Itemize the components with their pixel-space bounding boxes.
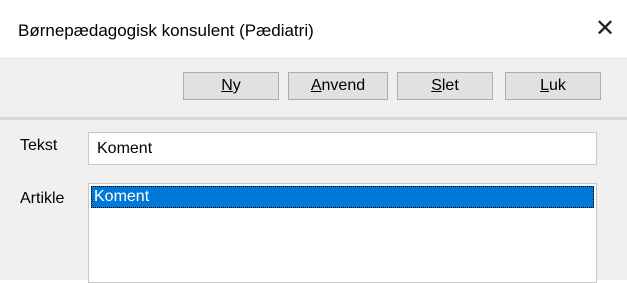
artikle-label: Artikle [20, 190, 65, 207]
artikle-listbox[interactable]: Koment [88, 183, 597, 283]
apply-button-label: nvend [321, 77, 366, 94]
new-button-label: y [232, 77, 241, 94]
list-item[interactable]: Koment [91, 186, 594, 208]
title-bar: Børnepædagogisk konsulent (Pædiatri) ✕ [0, 0, 627, 58]
delete-button-mnemonic: S [431, 77, 442, 94]
delete-button-label: let [441, 77, 459, 94]
apply-button-mnemonic: A [310, 77, 322, 94]
new-button[interactable]: Ny [183, 72, 279, 100]
toolbar: Ny Anvend Slet Luk [0, 58, 627, 118]
close-button-label: uk [549, 77, 566, 94]
apply-button[interactable]: Anvend [288, 72, 388, 100]
new-button-mnemonic: N [221, 77, 233, 94]
close-button-mnemonic: L [540, 77, 549, 94]
tekst-label: Tekst [20, 137, 58, 154]
tekst-input[interactable] [88, 132, 597, 165]
form-panel: Tekst Artikle Koment [0, 120, 627, 283]
delete-button[interactable]: Slet [397, 72, 493, 100]
window-title: Børnepædagogisk konsulent (Pædiatri) [18, 21, 314, 40]
close-button[interactable]: Luk [505, 72, 601, 100]
close-icon[interactable]: ✕ [586, 10, 624, 48]
